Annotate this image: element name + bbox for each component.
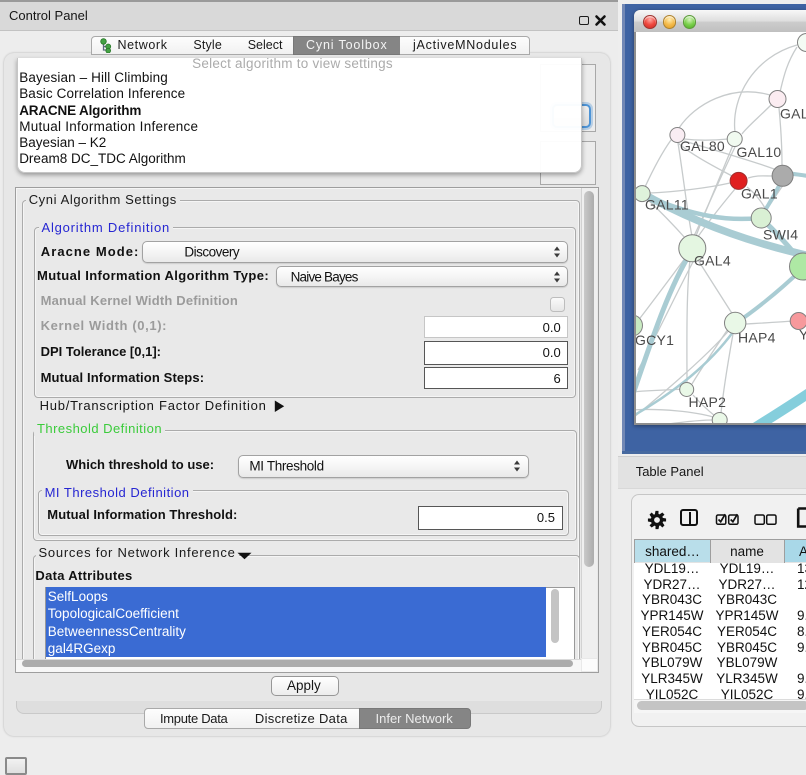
svg-text:GAL2: GAL2	[780, 105, 806, 121]
svg-text:GAL11: GAL11	[645, 196, 689, 212]
svg-text:YD: YD	[799, 326, 806, 342]
svg-text:HAP4: HAP4	[738, 329, 776, 345]
svg-text:GAL4: GAL4	[694, 252, 731, 268]
svg-text:HAP2: HAP2	[689, 394, 727, 410]
svg-text:GAL10: GAL10	[737, 144, 782, 160]
svg-text:GAL80: GAL80	[680, 138, 725, 154]
svg-text:SWI4: SWI4	[763, 226, 798, 242]
svg-text:GCY1: GCY1	[636, 332, 674, 348]
svg-text:GAL1: GAL1	[741, 185, 778, 201]
